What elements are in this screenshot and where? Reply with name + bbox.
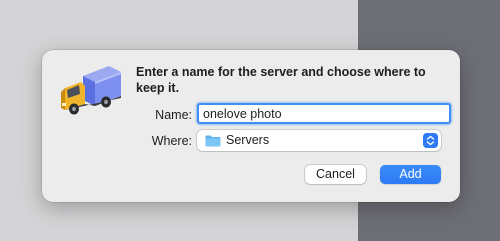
name-label: Name: [155, 108, 192, 122]
server-name-input[interactable] [197, 103, 451, 124]
transmit-truck-icon [61, 66, 121, 115]
add-button[interactable]: Add [380, 165, 441, 184]
where-popup-button[interactable]: Servers [197, 130, 441, 151]
where-selected-value: Servers [226, 133, 270, 147]
dialog-message: Enter a name for the server and choose w… [136, 65, 426, 95]
where-label: Where: [151, 134, 192, 148]
folder-icon [205, 135, 221, 147]
cancel-button[interactable]: Cancel [305, 165, 366, 184]
chevron-up-down-icon [423, 133, 438, 148]
add-server-dialog: Enter a name for the server and choose w… [42, 50, 460, 202]
